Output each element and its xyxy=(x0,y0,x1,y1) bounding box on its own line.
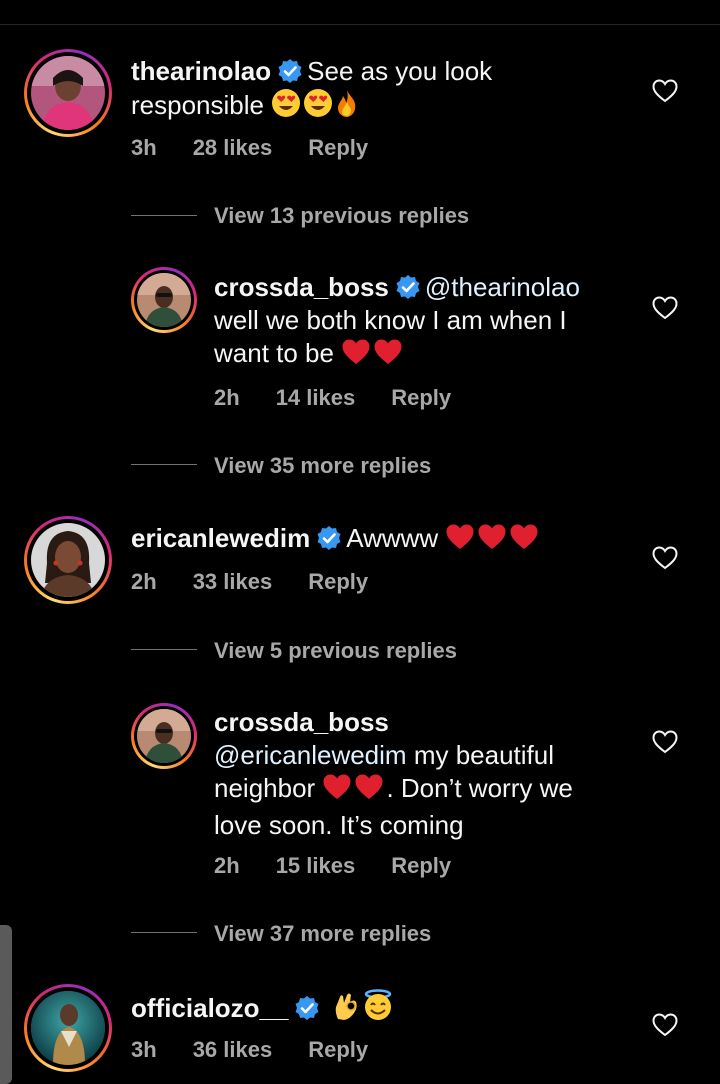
comment-text: well we both know I am when I xyxy=(214,305,567,335)
comment-text-cont: . Don’t worry we xyxy=(386,773,573,803)
comment-time: 3h xyxy=(131,1037,157,1062)
scrollbar-thumb[interactable] xyxy=(0,925,12,1084)
likes-count[interactable]: 14 likes xyxy=(276,385,356,410)
view-more-replies-button[interactable]: View 37 more replies xyxy=(214,921,431,947)
avatar-crossda_boss[interactable] xyxy=(131,703,197,769)
comment-time: 3h xyxy=(131,135,157,160)
ok-hand-emoji-icon xyxy=(332,991,360,1029)
username[interactable]: ericanlewedim xyxy=(131,523,310,553)
verified-badge-icon xyxy=(396,275,420,299)
view-replies-divider xyxy=(131,464,197,465)
red-heart-emoji-icon xyxy=(322,773,352,809)
username[interactable]: crossda_boss xyxy=(214,706,634,739)
mention-link[interactable]: @ericanlewedim xyxy=(214,740,407,770)
fire-emoji-icon xyxy=(335,88,359,126)
comment-time: 2h xyxy=(214,853,240,878)
comment-text-cont: neighbor xyxy=(214,773,316,803)
username[interactable]: crossda_boss xyxy=(214,272,389,302)
reply-button[interactable]: Reply xyxy=(308,1037,368,1062)
smiling-face-with-halo-emoji-icon xyxy=(362,989,394,1029)
comment-text-cont: want to be xyxy=(214,338,334,368)
comment-time: 2h xyxy=(214,385,240,410)
top-divider xyxy=(0,24,720,25)
reply-button[interactable]: Reply xyxy=(391,853,451,878)
view-replies-divider xyxy=(131,932,197,933)
like-heart-icon[interactable] xyxy=(652,546,678,570)
red-heart-emoji-icon xyxy=(354,773,384,809)
comment-text-cont: love soon. It’s coming xyxy=(214,810,464,840)
like-heart-icon[interactable] xyxy=(652,296,678,320)
reply-button[interactable]: Reply xyxy=(308,135,368,160)
verified-badge-icon xyxy=(317,526,341,550)
red-heart-emoji-icon xyxy=(373,338,403,374)
avatar-officialozo[interactable] xyxy=(24,984,112,1072)
like-heart-icon[interactable] xyxy=(652,730,678,754)
username[interactable]: officialozo__ xyxy=(131,993,288,1023)
view-previous-replies-button[interactable]: View 13 previous replies xyxy=(214,203,469,229)
like-heart-icon[interactable] xyxy=(652,1013,678,1037)
red-heart-emoji-icon xyxy=(445,523,475,559)
likes-count[interactable]: 28 likes xyxy=(193,135,273,160)
view-replies-divider xyxy=(131,649,197,650)
reply-button[interactable]: Reply xyxy=(391,385,451,410)
red-heart-emoji-icon xyxy=(477,523,507,559)
comment-text: my beautiful xyxy=(413,740,554,770)
reply-button[interactable]: Reply xyxy=(308,569,368,594)
avatar-thearinolao[interactable] xyxy=(24,49,112,137)
username[interactable]: thearinolao xyxy=(131,56,271,86)
avatar-crossda_boss[interactable] xyxy=(131,267,197,333)
likes-count[interactable]: 36 likes xyxy=(193,1037,273,1062)
mention-link[interactable]: @thearinolao xyxy=(425,272,580,302)
red-heart-emoji-icon xyxy=(509,523,539,559)
heart-eyes-emoji-icon xyxy=(271,88,301,126)
avatar-ericanlewedim[interactable] xyxy=(24,516,112,604)
like-heart-icon[interactable] xyxy=(652,79,678,103)
red-heart-emoji-icon xyxy=(341,338,371,374)
view-more-replies-button[interactable]: View 35 more replies xyxy=(214,453,431,479)
heart-eyes-emoji-icon xyxy=(303,88,333,126)
comment-text: Awwww xyxy=(346,523,439,553)
view-replies-divider xyxy=(131,215,197,216)
verified-badge-icon xyxy=(278,59,302,83)
comment-time: 2h xyxy=(131,569,157,594)
verified-badge-icon xyxy=(295,996,319,1020)
likes-count[interactable]: 33 likes xyxy=(193,569,273,594)
view-previous-replies-button[interactable]: View 5 previous replies xyxy=(214,638,457,664)
likes-count[interactable]: 15 likes xyxy=(276,853,356,878)
